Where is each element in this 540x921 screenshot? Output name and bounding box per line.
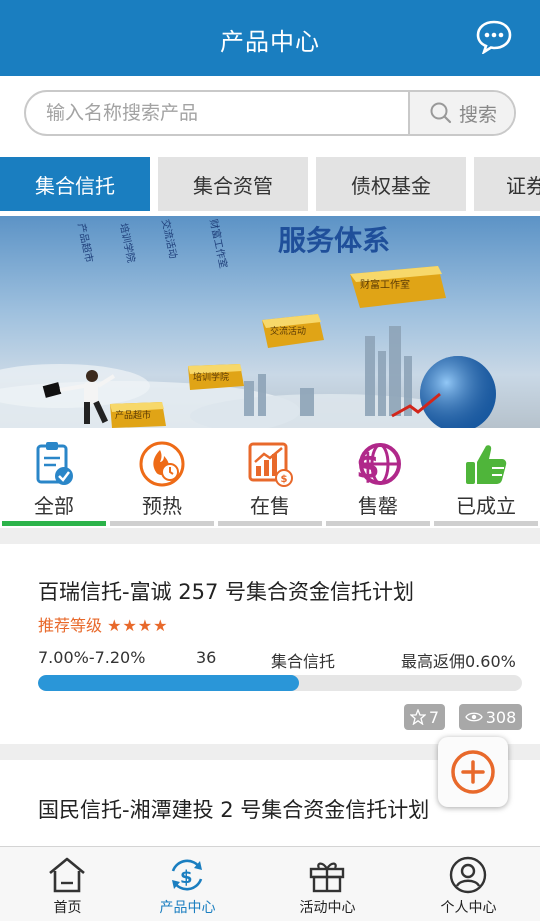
banner-headline: 服务体系 — [278, 224, 390, 257]
banner-column-text: 培训学院 — [117, 222, 138, 264]
tab-jihe-xintuo[interactable]: 集合信托 — [0, 157, 150, 211]
favorite-count: 7 — [428, 707, 440, 727]
tab-label: 债权基金 — [351, 173, 431, 198]
tab-zhaiquan-jijin[interactable]: 债权基金 — [316, 157, 466, 211]
nav-label: 个人中心 — [440, 900, 497, 916]
add-button[interactable] — [438, 737, 508, 807]
filter-label: 已成立 — [456, 494, 516, 518]
filter-preheat[interactable]: 预热 — [108, 428, 216, 528]
dollar-refresh-icon: $ — [171, 859, 203, 891]
filter-all[interactable]: 全部 — [0, 428, 108, 528]
page-title: 产品中心 — [220, 28, 320, 56]
view-count: 308 — [485, 707, 517, 727]
tab-label: 集合信托 — [35, 173, 115, 198]
filter-indicator — [326, 521, 430, 526]
nav-activity[interactable]: 活动中心 — [260, 847, 395, 921]
gold-bar-exchange: 交流活动 — [262, 314, 324, 348]
svg-text:$: $ — [281, 474, 288, 485]
flame-clock-icon — [139, 441, 185, 487]
search-button-label: 搜索 — [458, 103, 497, 126]
sales-progress-bar — [38, 675, 522, 691]
chat-bubble-icon[interactable] — [476, 20, 512, 54]
clipboard-check-icon — [36, 442, 73, 485]
filter-established[interactable]: 已成立 — [432, 428, 540, 528]
filter-label: 预热 — [142, 494, 182, 518]
banner-illustration: 产品超市 培训学院 交流活动 财富工作室 服务体系 财富工作室 交流活动 培训学… — [0, 218, 496, 428]
product-type: 集合信托 — [271, 652, 336, 671]
banner-column-text: 财富工作室 — [207, 218, 230, 270]
tab-label: 集合资管 — [193, 173, 273, 198]
banner-column-text: 交流活动 — [159, 218, 180, 260]
filter-label: 在售 — [250, 494, 290, 518]
nav-label: 产品中心 — [159, 900, 216, 916]
filter-label: 全部 — [34, 494, 74, 518]
gold-bar-label: 培训学院 — [193, 371, 229, 383]
tab-jihe-ziguan[interactable]: 集合资管 — [158, 157, 308, 211]
filter-label: 售罄 — [358, 494, 398, 518]
product-rate: 7.00%-7.20% — [38, 648, 146, 667]
product-name: 百瑞信托-富诚 257 号集合资金信托计划 — [38, 580, 415, 604]
dollar-globe-icon: $ — [356, 443, 401, 487]
search-box: 搜索 — [24, 90, 516, 136]
filter-indicator — [434, 521, 538, 526]
search-bar: 搜索 — [0, 76, 540, 154]
svg-text:$: $ — [356, 447, 380, 487]
search-icon — [430, 102, 452, 124]
product-name: 国民信托-湘潭建投 2 号集合资金信托计划 — [38, 798, 430, 822]
home-icon — [49, 857, 85, 893]
product-card[interactable]: 百瑞信托-富诚 257 号集合资金信托计划 推荐等级 ★★★★ 7.00%-7.… — [0, 544, 540, 744]
gold-bar-label: 财富工作室 — [360, 278, 410, 291]
product-commission: 最高返佣0.60% — [401, 652, 516, 671]
gold-bar-training: 培训学院 — [188, 364, 244, 390]
nav-label: 活动中心 — [299, 900, 356, 916]
star-outline-icon — [409, 709, 426, 725]
bottom-nav: 首页 $ 产品中心 活动中心 个人中心 — [0, 846, 540, 921]
thumbs-up-icon — [466, 445, 507, 484]
product-term: 36 — [196, 648, 217, 667]
app-header: 产品中心 — [0, 0, 540, 76]
gold-bar-label: 交流活动 — [270, 325, 306, 337]
category-tabs: 集合信托 集合资管 债权基金 证券 — [0, 154, 540, 216]
banner-column-text: 产品超市 — [75, 222, 96, 264]
filter-sold-out[interactable]: $ 售罄 — [324, 428, 432, 528]
tab-label: 证券 — [506, 173, 540, 198]
nav-personal[interactable]: 个人中心 — [401, 847, 536, 921]
tab-zhengquan[interactable]: 证券 — [474, 157, 540, 211]
nav-home[interactable]: 首页 — [0, 847, 135, 921]
search-input[interactable] — [26, 92, 408, 134]
recommend-rating: 推荐等级 ★★★★ — [38, 612, 168, 636]
product-info-row: 7.00%-7.20% 36 集合信托 最高返佣0.60% — [38, 648, 520, 671]
rating-stars: ★★★★ — [107, 616, 169, 635]
recommend-label: 推荐等级 — [38, 616, 103, 635]
plus-circle-icon — [451, 750, 495, 794]
eye-icon — [464, 712, 483, 722]
chart-coin-icon: $ — [248, 442, 293, 487]
gold-bar-market: 产品超市 — [110, 402, 166, 428]
user-icon — [449, 856, 487, 894]
status-filter-row: 全部 预热 $ 在售 $ 售罄 已成立 — [0, 428, 540, 528]
filter-indicator — [110, 521, 214, 526]
svg-text:$: $ — [180, 867, 193, 888]
search-button[interactable]: 搜索 — [408, 92, 514, 134]
filter-on-sale[interactable]: $ 在售 — [216, 428, 324, 528]
filter-indicator — [2, 521, 106, 526]
gold-bar-wealth: 财富工作室 — [350, 266, 446, 308]
filter-indicator — [218, 521, 322, 526]
nav-label: 首页 — [53, 900, 82, 916]
promo-banner[interactable]: 产品超市 培训学院 交流活动 财富工作室 服务体系 财富工作室 交流活动 培训学… — [0, 216, 540, 428]
views-badge: 308 — [459, 704, 522, 730]
favorite-badge[interactable]: 7 — [404, 704, 445, 730]
nav-products[interactable]: $ 产品中心 — [120, 847, 255, 921]
gift-icon — [309, 862, 345, 893]
sales-progress-fill — [38, 675, 300, 691]
gold-bar-label: 产品超市 — [115, 409, 151, 421]
